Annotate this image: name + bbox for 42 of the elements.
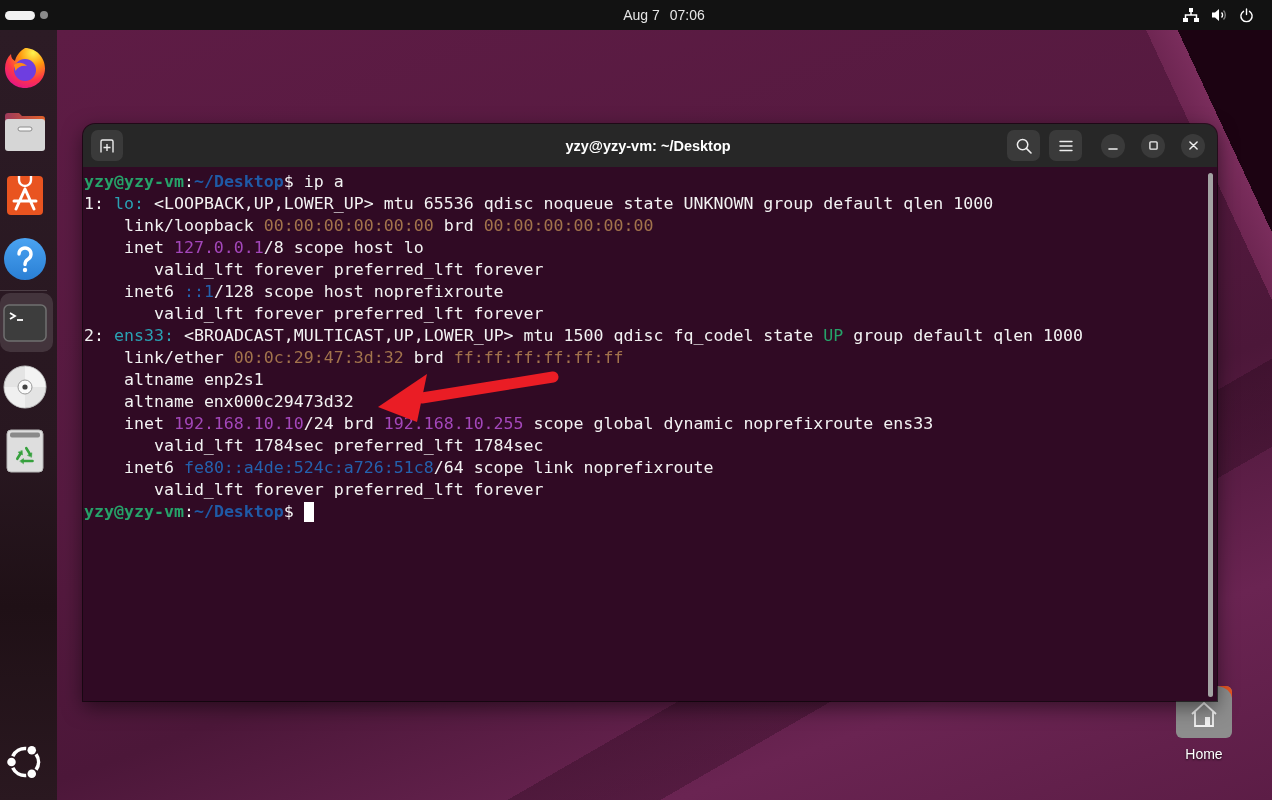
- workspace-indicator-icon[interactable]: [5, 10, 35, 20]
- output-line: link/ether 00:0c:29:47:3d:32 brd ff:ff:ff:ff:ff:ff: [123, 347, 624, 369]
- recycle-bin-icon: [6, 428, 44, 473]
- disc-icon: [3, 364, 47, 409]
- output-line: inet 127.0.0.1/8 scope host lo: [123, 237, 424, 259]
- output-line: altname enx000c29473d32: [123, 391, 354, 413]
- maximize-button[interactable]: [1141, 133, 1165, 158]
- desktop-icon-label[interactable]: Home: [1185, 746, 1223, 762]
- close-button[interactable]: [1181, 133, 1205, 158]
- network-icon[interactable]: [1183, 8, 1199, 22]
- clock-button[interactable]: Aug 7 07:06: [615, 3, 713, 27]
- help-icon: [3, 236, 47, 281]
- shopping-bag-icon: [5, 173, 45, 216]
- minimize-button[interactable]: [1101, 133, 1125, 158]
- output-line: valid_lft forever preferred_lft forever: [153, 259, 544, 281]
- terminal-icon: [3, 303, 47, 342]
- minimize-icon: [1108, 147, 1118, 150]
- menu-icon: [1058, 139, 1073, 152]
- prompt-line: yzy@yzy-vm:~/Desktop$: [84, 501, 294, 523]
- output-line: valid_lft 1784sec preferred_lft 1784sec: [153, 435, 544, 457]
- window-title: yzy@yzy-vm: ~/Desktop: [565, 137, 731, 154]
- output-line: 2: ens33: <BROADCAST,MULTICAST,UP,LOWER_UP> mtu 1500 qdisc fq_codel state UP group default qlen 1000: [84, 325, 1084, 347]
- output-line: 1: lo: <LOOPBACK,UP,LOWER_UP> mtu 65536 qdisc noqueue state UNKNOWN group default qlen 1000: [84, 193, 994, 215]
- command-line: yzy@yzy-vm:~/Desktop$ ip a: [84, 171, 344, 193]
- output-line: link/loopback 00:00:00:00:00:00 brd 00:00:00:00:00:00: [123, 215, 654, 237]
- close-icon: [1188, 141, 1198, 150]
- output-line: valid_lft forever preferred_lft forever: [153, 303, 544, 325]
- new-tab-button[interactable]: [91, 130, 123, 161]
- search-icon: [1015, 137, 1032, 154]
- output-line: altname enp2s1: [123, 369, 264, 391]
- output-line: inet6 fe80::a4de:524c:a726:51c8/64 scope link noprefixroute: [123, 457, 714, 479]
- ring-dots-icon[interactable]: [7, 744, 43, 780]
- plus-box-icon: [100, 138, 114, 153]
- output-line: valid_lft forever preferred_lft forever: [153, 479, 544, 501]
- output-line: inet6 ::1/128 scope host noprefixroute: [123, 281, 504, 303]
- maximize-icon: [1148, 141, 1158, 150]
- menu-button[interactable]: [1049, 130, 1082, 161]
- output-line: inet 192.168.10.10/24 brd 192.168.10.255 scope global dynamic noprefixroute ens33: [123, 413, 934, 435]
- search-button[interactable]: [1007, 130, 1040, 161]
- power-icon[interactable]: [1239, 7, 1254, 23]
- scrollbar-thumb[interactable]: [1208, 173, 1213, 697]
- volume-icon[interactable]: [1211, 8, 1227, 22]
